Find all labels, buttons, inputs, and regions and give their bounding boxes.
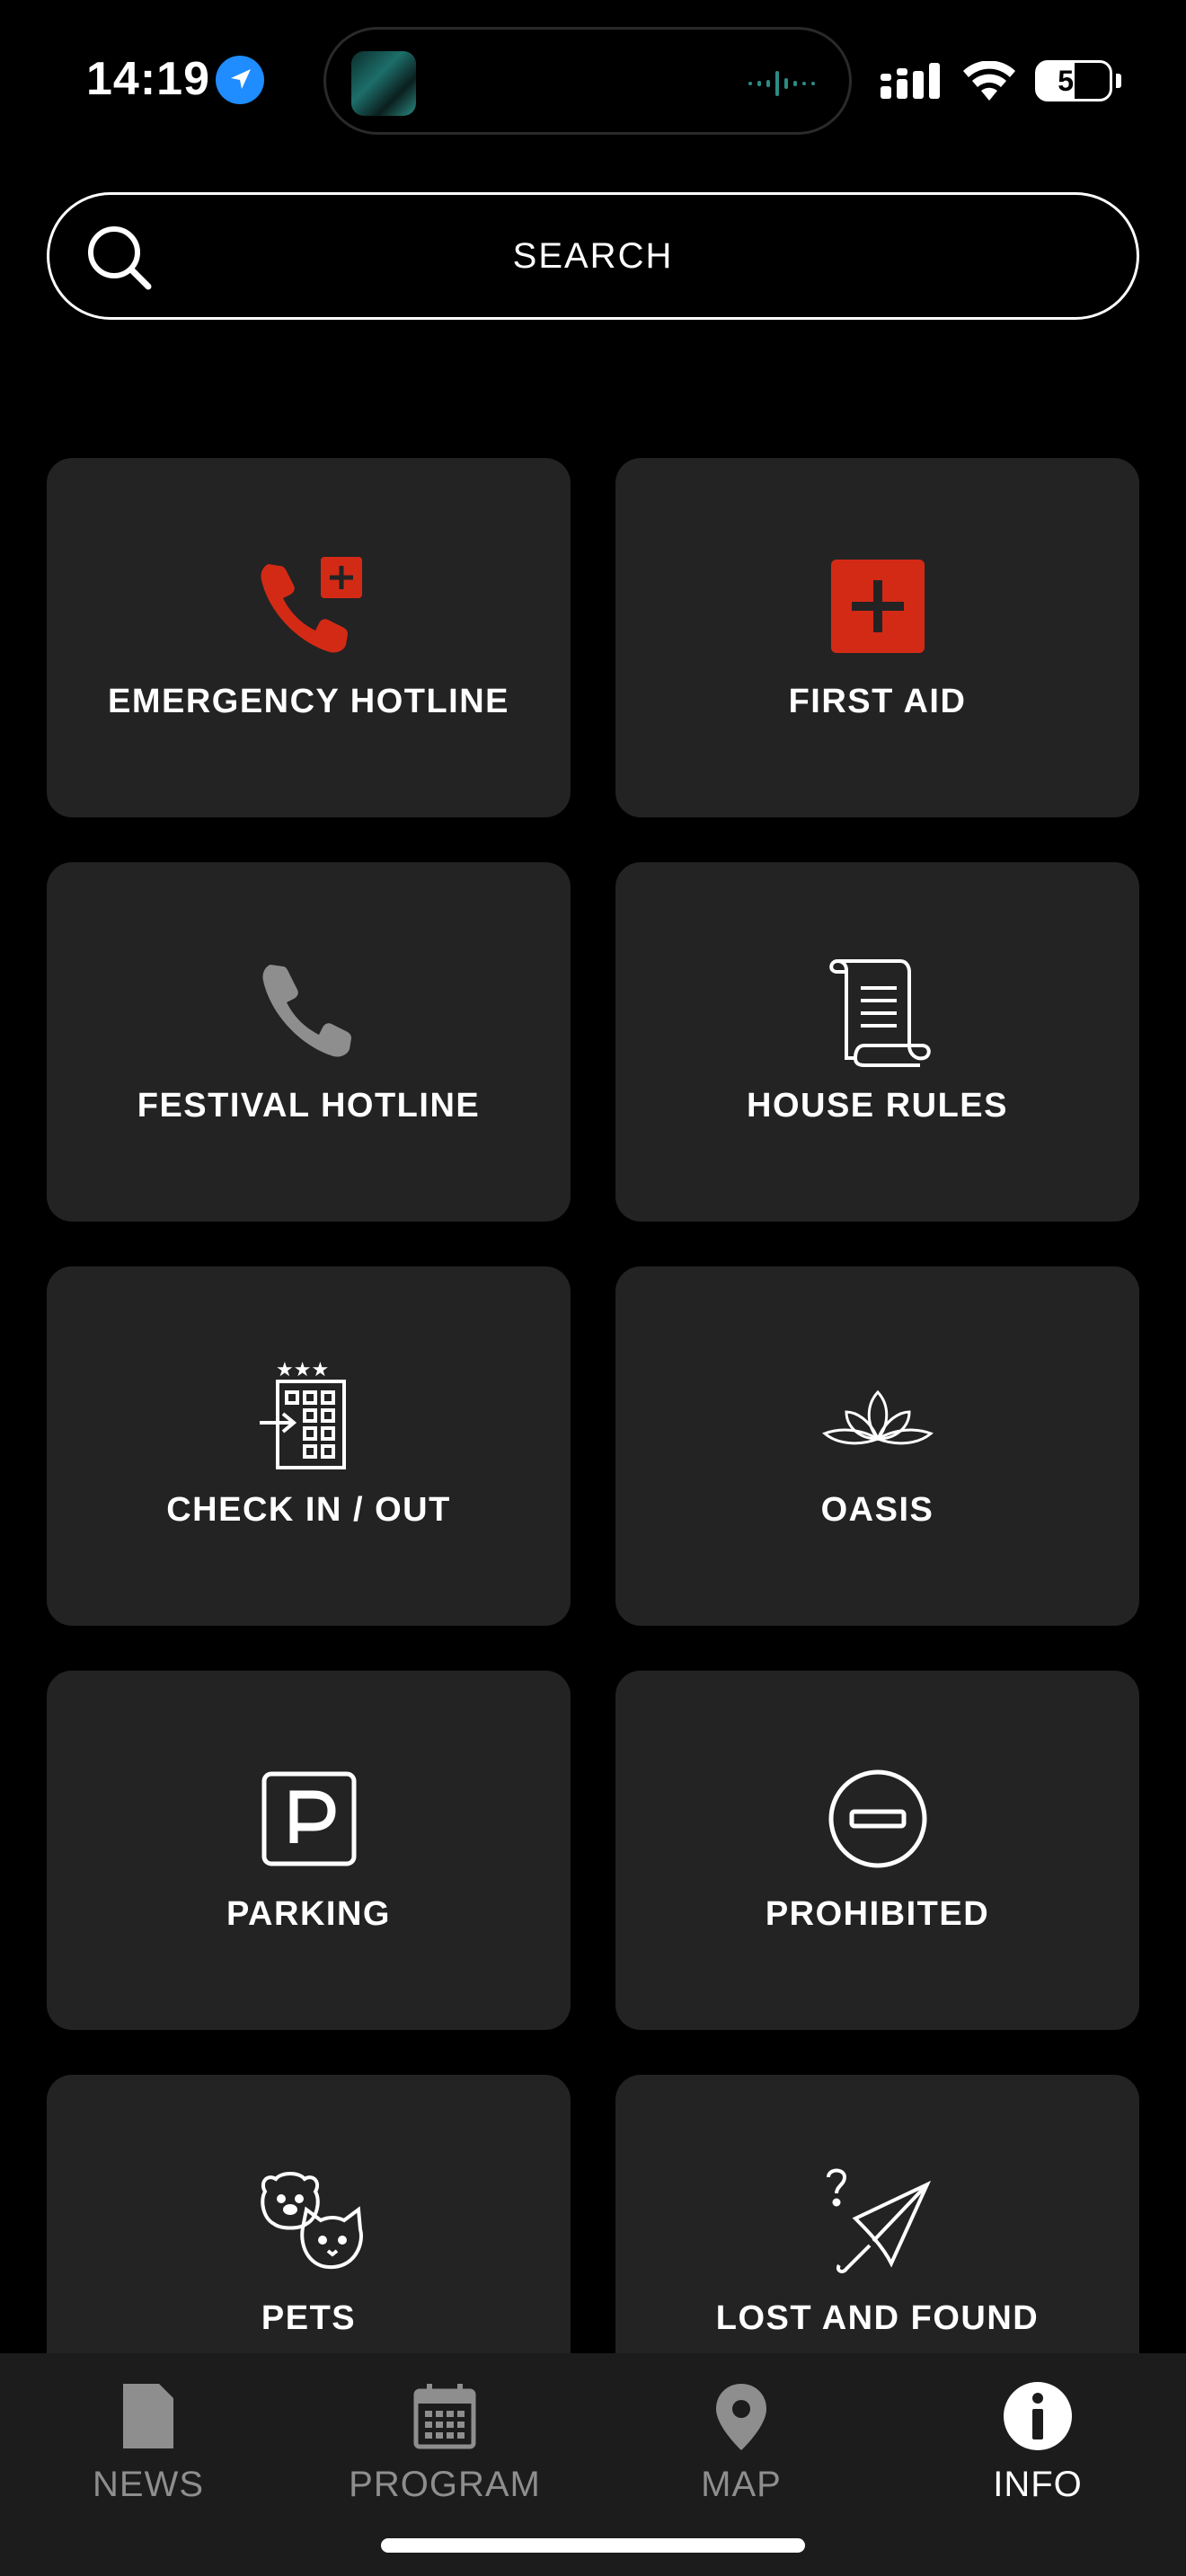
parking-icon <box>261 1771 356 1866</box>
tile-lost-and-found[interactable]: LOST AND FOUND <box>615 2075 1139 2353</box>
tile-label: LOST AND FOUND <box>715 2299 1040 2337</box>
search-bar[interactable]: SEARCH <box>47 192 1139 320</box>
tab-program[interactable]: PROGRAM <box>296 2380 593 2505</box>
wifi-icon <box>963 61 1015 101</box>
pets-icon <box>260 2172 363 2270</box>
tab-label: NEWS <box>93 2465 204 2504</box>
tile-label: EMERGENCY HOTLINE <box>107 683 510 720</box>
tab-label: INFO <box>993 2465 1083 2504</box>
emergency-phone-icon <box>260 557 362 653</box>
tab-label: MAP <box>701 2465 782 2504</box>
screen: 14:19 51 SEARCH EMERGENCY HOTLINE FIRST … <box>0 0 1186 2576</box>
audio-wave-icon <box>748 71 815 96</box>
tile-label: PROHIBITED <box>765 1895 990 1933</box>
tile-label: PETS <box>261 2299 357 2337</box>
search-icon <box>88 226 152 290</box>
tile-label: FESTIVAL HOTLINE <box>137 1087 481 1125</box>
first-aid-icon <box>830 560 925 653</box>
now-playing-artwork <box>351 51 416 116</box>
tile-parking[interactable]: PARKING <box>47 1671 571 2030</box>
tile-pets[interactable]: PETS <box>47 2075 571 2353</box>
tile-oasis[interactable]: OASIS <box>615 1266 1139 1626</box>
lost-umbrella-icon <box>826 2168 931 2273</box>
svg-text:★★★: ★★★ <box>276 1359 329 1381</box>
tile-first-aid[interactable]: FIRST AID <box>615 458 1139 817</box>
cellular-signal-icon <box>881 63 940 99</box>
scroll-icon <box>828 958 931 1067</box>
tab-label: PROGRAM <box>349 2465 541 2504</box>
calendar-icon <box>413 2384 476 2449</box>
battery-nub <box>1116 74 1121 88</box>
tile-check-in-out[interactable]: ★★★ CHECK IN / OUT <box>47 1266 571 1626</box>
tile-emergency-hotline[interactable]: EMERGENCY HOTLINE <box>47 458 571 817</box>
location-arrow-icon <box>216 56 264 104</box>
tile-label: OASIS <box>820 1491 934 1529</box>
tile-label: HOUSE RULES <box>747 1087 1008 1125</box>
info-icon <box>1004 2382 1072 2450</box>
prohibited-icon <box>828 1769 926 1868</box>
dynamic-island[interactable] <box>323 27 852 135</box>
status-indicators: 51 <box>881 56 1121 106</box>
home-indicator[interactable] <box>381 2538 805 2553</box>
tile-prohibited[interactable]: PROHIBITED <box>615 1671 1139 2030</box>
tab-map[interactable]: MAP <box>593 2380 890 2505</box>
tile-house-rules[interactable]: HOUSE RULES <box>615 862 1139 1222</box>
tile-label: CHECK IN / OUT <box>166 1491 451 1529</box>
search-placeholder: SEARCH <box>512 235 674 276</box>
tab-info[interactable]: INFO <box>890 2380 1186 2505</box>
tab-news[interactable]: NEWS <box>0 2380 296 2505</box>
map-pin-icon <box>716 2384 766 2450</box>
tile-label: FIRST AID <box>788 683 967 720</box>
tile-festival-hotline[interactable]: FESTIVAL HOTLINE <box>47 862 571 1222</box>
status-time: 14:19 <box>86 53 210 105</box>
news-icon <box>123 2384 173 2448</box>
phone-icon <box>261 965 351 1057</box>
lotus-icon <box>821 1389 934 1445</box>
battery-indicator: 51 <box>1035 60 1112 101</box>
hotel-checkin-icon: ★★★ <box>259 1359 346 1469</box>
battery-level: 51 <box>1058 64 1090 97</box>
info-grid: EMERGENCY HOTLINE FIRST AID FESTIVAL HOT… <box>47 458 1139 2353</box>
tile-label: PARKING <box>226 1895 391 1933</box>
